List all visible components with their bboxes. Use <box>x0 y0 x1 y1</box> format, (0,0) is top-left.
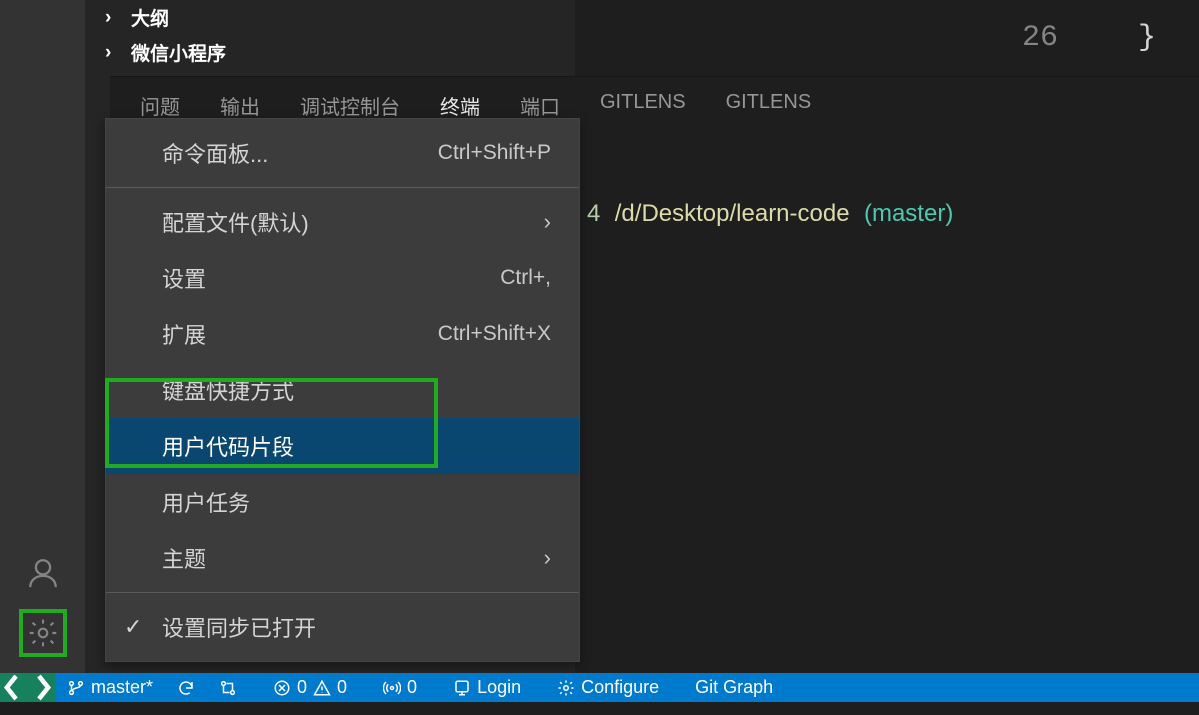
panel-tab-gitlens-1[interactable]: GITLENS <box>600 91 686 120</box>
terminal-branch-close: ) <box>945 200 953 227</box>
panel-tabs: 问题 输出 调试控制台 终端 端口 GITLENS GITLENS <box>110 76 1199 120</box>
panel-tab-output[interactable]: 输出 <box>220 91 260 120</box>
terminal-branch: master <box>872 200 945 227</box>
menu-item-label: 命令面板... <box>162 137 268 169</box>
check-icon: ✓ <box>124 614 142 640</box>
menu-separator <box>106 592 579 593</box>
menu-item-themes[interactable]: 主题 › <box>106 530 579 586</box>
menu-item-shortcut: Ctrl+, <box>500 266 551 290</box>
menu-item-profiles[interactable]: 配置文件(默认) › <box>106 194 579 250</box>
status-git-graph-label: Git Graph <box>695 677 773 698</box>
chevron-right-icon: › <box>105 7 123 29</box>
menu-item-label: 设置 <box>162 262 206 294</box>
gear-icon <box>557 679 575 697</box>
git-branch-icon <box>67 679 85 697</box>
sidebar-section-miniprogram[interactable]: › 微信小程序 <box>85 35 575 70</box>
panel-tab-ports[interactable]: 端口 <box>520 91 560 120</box>
menu-item-user-snippets[interactable]: 用户代码片段 <box>106 418 579 474</box>
status-configure[interactable]: Configure <box>545 673 671 702</box>
status-warnings-count: 0 <box>337 677 347 698</box>
error-icon <box>273 679 291 697</box>
activity-bar <box>0 0 85 673</box>
menu-item-label: 配置文件(默认) <box>162 206 309 238</box>
warning-icon <box>313 679 331 697</box>
sidebar-section-label: 大纲 <box>131 4 169 31</box>
sidebar-section-label: 微信小程序 <box>131 39 226 66</box>
menu-item-label: 键盘快捷方式 <box>162 374 294 406</box>
terminal-branch-open: ( <box>864 200 872 227</box>
menu-item-settings-sync[interactable]: ✓ 设置同步已打开 <box>106 599 579 655</box>
menu-separator <box>106 187 579 188</box>
panel-tab-debug-console[interactable]: 调试控制台 <box>300 91 400 120</box>
chevron-right-icon: › <box>105 42 123 64</box>
chevron-right-icon: › <box>544 209 551 235</box>
status-ports[interactable]: 0 <box>371 673 429 702</box>
menu-item-user-tasks[interactable]: 用户任务 <box>106 474 579 530</box>
terminal-path: /d/Desktop/learn-code <box>615 200 850 227</box>
gear-icon[interactable] <box>19 609 67 657</box>
git-compare-icon <box>219 679 237 697</box>
status-problems[interactable]: 0 0 <box>261 673 359 702</box>
status-git-compare[interactable] <box>207 673 249 702</box>
status-remote-indicator[interactable] <box>0 673 55 702</box>
menu-item-keyboard-shortcuts[interactable]: 键盘快捷方式 <box>106 362 579 418</box>
status-login[interactable]: Login <box>441 673 533 702</box>
login-icon <box>453 679 471 697</box>
broadcast-icon <box>383 679 401 697</box>
menu-item-shortcut: Ctrl+Shift+P <box>438 141 551 165</box>
panel-tab-problems[interactable]: 问题 <box>140 91 180 120</box>
menu-item-label: 用户代码片段 <box>162 430 294 462</box>
terminal-segment: 4 <box>587 200 600 227</box>
status-login-label: Login <box>477 677 521 698</box>
menu-item-command-palette[interactable]: 命令面板... Ctrl+Shift+P <box>106 125 579 181</box>
gear-context-menu: 命令面板... Ctrl+Shift+P 配置文件(默认) › 设置 Ctrl+… <box>105 118 580 662</box>
menu-item-settings[interactable]: 设置 Ctrl+, <box>106 250 579 306</box>
editor-brace: } <box>1138 21 1156 55</box>
status-ports-count: 0 <box>407 677 417 698</box>
status-errors-count: 0 <box>297 677 307 698</box>
status-branch-label: master* <box>91 677 153 698</box>
status-configure-label: Configure <box>581 677 659 698</box>
terminal-output[interactable]: 4 /d/Desktop/learn-code (master) <box>575 190 1199 673</box>
status-sync[interactable] <box>165 673 207 702</box>
status-bar: master* 0 0 0 Login Configure Git Graph <box>0 673 1199 702</box>
editor-line-number: 26 <box>1022 21 1058 55</box>
menu-item-label: 主题 <box>162 542 206 574</box>
menu-item-shortcut: Ctrl+Shift+X <box>438 322 551 346</box>
menu-item-label: 设置同步已打开 <box>162 611 316 643</box>
panel-tab-terminal[interactable]: 终端 <box>440 91 480 120</box>
sidebar-section-outline[interactable]: › 大纲 <box>85 0 575 35</box>
status-branch[interactable]: master* <box>55 673 165 702</box>
menu-item-extensions[interactable]: 扩展 Ctrl+Shift+X <box>106 306 579 362</box>
chevron-right-icon: › <box>544 545 551 571</box>
menu-item-label: 扩展 <box>162 318 206 350</box>
menu-item-label: 用户任务 <box>162 486 250 518</box>
editor-fragment: 26 } <box>979 0 1199 76</box>
status-git-graph[interactable]: Git Graph <box>683 673 785 702</box>
sync-icon <box>177 679 195 697</box>
panel-tab-gitlens-2[interactable]: GITLENS <box>726 91 812 120</box>
account-icon[interactable] <box>19 549 67 597</box>
